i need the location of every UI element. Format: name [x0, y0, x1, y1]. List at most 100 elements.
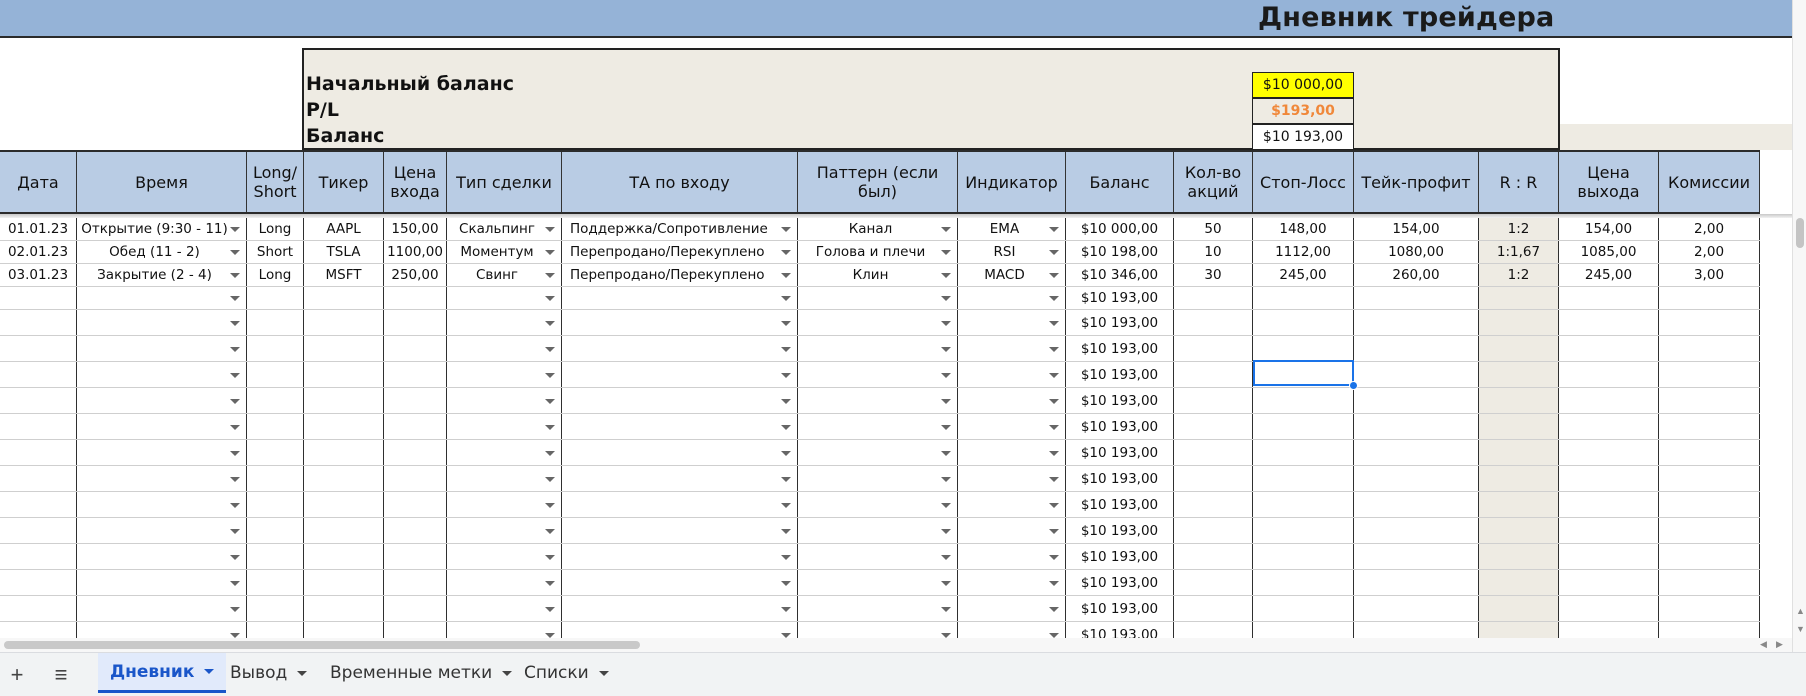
cell-date[interactable] — [0, 544, 77, 569]
cell-ticker[interactable] — [304, 544, 384, 569]
tab-vremennye-metki[interactable]: Временные метки — [318, 653, 524, 693]
cell-fees[interactable] — [1659, 518, 1760, 543]
cell-indicator[interactable] — [958, 544, 1066, 569]
cell-shares[interactable] — [1174, 492, 1253, 517]
cell-take-profit[interactable] — [1354, 596, 1479, 621]
cell-balance[interactable]: $10 193,00 — [1066, 622, 1174, 638]
horizontal-scrollbar[interactable]: ◀ ▶ — [0, 638, 1792, 652]
cell-date[interactable] — [0, 492, 77, 517]
cell-indicator[interactable]: EMA — [958, 218, 1066, 240]
dropdown-arrow-icon[interactable] — [781, 554, 791, 560]
tab-dnevnik[interactable]: Дневник — [98, 653, 227, 693]
cell-ta-entry[interactable] — [562, 336, 798, 361]
dropdown-arrow-icon[interactable] — [781, 372, 791, 378]
cell-take-profit[interactable] — [1354, 466, 1479, 491]
cell-shares[interactable] — [1174, 310, 1253, 335]
dropdown-arrow-icon[interactable] — [545, 398, 555, 404]
cell-entry-price[interactable] — [384, 466, 447, 491]
cell-exit-price[interactable]: 245,00 — [1559, 264, 1659, 286]
cell-fees[interactable]: 2,00 — [1659, 241, 1760, 263]
dropdown-arrow-icon[interactable] — [230, 296, 240, 301]
cell-date[interactable] — [0, 466, 77, 491]
dropdown-arrow-icon[interactable] — [1049, 250, 1059, 255]
cell-stop-loss[interactable] — [1253, 388, 1354, 413]
cell-take-profit[interactable] — [1354, 287, 1479, 309]
cell-pattern[interactable]: Клин — [798, 264, 958, 286]
dropdown-arrow-icon[interactable] — [941, 450, 951, 456]
cell-long-short[interactable] — [247, 388, 304, 413]
dropdown-arrow-icon[interactable] — [545, 320, 555, 326]
dropdown-arrow-icon[interactable] — [545, 250, 555, 255]
cell-long-short[interactable] — [247, 310, 304, 335]
cell-date[interactable]: 01.01.23 — [0, 218, 77, 240]
cell-entry-price[interactable] — [384, 440, 447, 465]
cell-exit-price[interactable] — [1559, 596, 1659, 621]
cell-shares[interactable]: 50 — [1174, 218, 1253, 240]
chevron-down-icon[interactable] — [297, 670, 308, 676]
dropdown-arrow-icon[interactable] — [781, 346, 791, 352]
cell-exit-price[interactable] — [1559, 388, 1659, 413]
cell-trade-type[interactable] — [447, 287, 562, 309]
dropdown-arrow-icon[interactable] — [781, 502, 791, 508]
dropdown-arrow-icon[interactable] — [781, 580, 791, 586]
cell-stop-loss[interactable] — [1253, 622, 1354, 638]
cell-take-profit[interactable] — [1354, 388, 1479, 413]
cell-ta-entry[interactable]: Перепродано/Перекуплено — [562, 264, 798, 286]
cell-date[interactable]: 03.01.23 — [0, 264, 77, 286]
cell-shares[interactable] — [1174, 622, 1253, 638]
cell-pattern[interactable] — [798, 388, 958, 413]
cell-ta-entry[interactable] — [562, 622, 798, 638]
cell-trade-type[interactable] — [447, 570, 562, 595]
cell-rr[interactable] — [1479, 362, 1559, 387]
cell-balance[interactable]: $10 193,00 — [1066, 544, 1174, 569]
dropdown-arrow-icon[interactable] — [545, 296, 555, 301]
cell-fees[interactable] — [1659, 414, 1760, 439]
dropdown-arrow-icon[interactable] — [230, 554, 240, 560]
tab-spiski[interactable]: Списки — [512, 653, 621, 693]
cell-rr[interactable]: 1:1,67 — [1479, 241, 1559, 263]
cell-long-short[interactable] — [247, 414, 304, 439]
cell-take-profit[interactable]: 154,00 — [1354, 218, 1479, 240]
dropdown-arrow-icon[interactable] — [941, 502, 951, 508]
cell-shares[interactable] — [1174, 388, 1253, 413]
dropdown-arrow-icon[interactable] — [781, 528, 791, 534]
cell-take-profit[interactable]: 1080,00 — [1354, 241, 1479, 263]
cell-date[interactable] — [0, 570, 77, 595]
dropdown-arrow-icon[interactable] — [1049, 606, 1059, 612]
cell-balance[interactable]: $10 346,00 — [1066, 264, 1174, 286]
cell-rr[interactable] — [1479, 466, 1559, 491]
cell-take-profit[interactable] — [1354, 518, 1479, 543]
cell-ta-entry[interactable]: Перепродано/Перекуплено — [562, 241, 798, 263]
dropdown-arrow-icon[interactable] — [230, 372, 240, 378]
cell-balance[interactable]: $10 193,00 — [1066, 287, 1174, 309]
chevron-down-icon[interactable] — [598, 670, 609, 676]
cell-indicator[interactable] — [958, 310, 1066, 335]
cell-ta-entry[interactable] — [562, 287, 798, 309]
dropdown-arrow-icon[interactable] — [230, 398, 240, 404]
cell-balance[interactable]: $10 193,00 — [1066, 570, 1174, 595]
dropdown-arrow-icon[interactable] — [941, 606, 951, 612]
cell-entry-price[interactable] — [384, 518, 447, 543]
dropdown-arrow-icon[interactable] — [941, 296, 951, 301]
cell-stop-loss[interactable] — [1253, 440, 1354, 465]
cell-fees[interactable] — [1659, 622, 1760, 638]
cell-date[interactable] — [0, 596, 77, 621]
cell-date[interactable] — [0, 622, 77, 638]
cell-ticker[interactable] — [304, 466, 384, 491]
cell-trade-type[interactable] — [447, 622, 562, 638]
cell-time[interactable]: Закрытие (2 - 4) — [77, 264, 247, 286]
cell-shares[interactable] — [1174, 596, 1253, 621]
dropdown-arrow-icon[interactable] — [230, 346, 240, 352]
cell-entry-price[interactable] — [384, 492, 447, 517]
cell-pattern[interactable] — [798, 414, 958, 439]
cell-rr[interactable] — [1479, 622, 1559, 638]
cell-fees[interactable]: 3,00 — [1659, 264, 1760, 286]
cell-take-profit[interactable] — [1354, 414, 1479, 439]
cell-ticker[interactable] — [304, 388, 384, 413]
cell-stop-loss[interactable] — [1253, 466, 1354, 491]
dropdown-arrow-icon[interactable] — [941, 476, 951, 482]
cell-shares[interactable] — [1174, 336, 1253, 361]
cell-date[interactable] — [0, 336, 77, 361]
cell-shares[interactable] — [1174, 440, 1253, 465]
cell-entry-price[interactable] — [384, 388, 447, 413]
